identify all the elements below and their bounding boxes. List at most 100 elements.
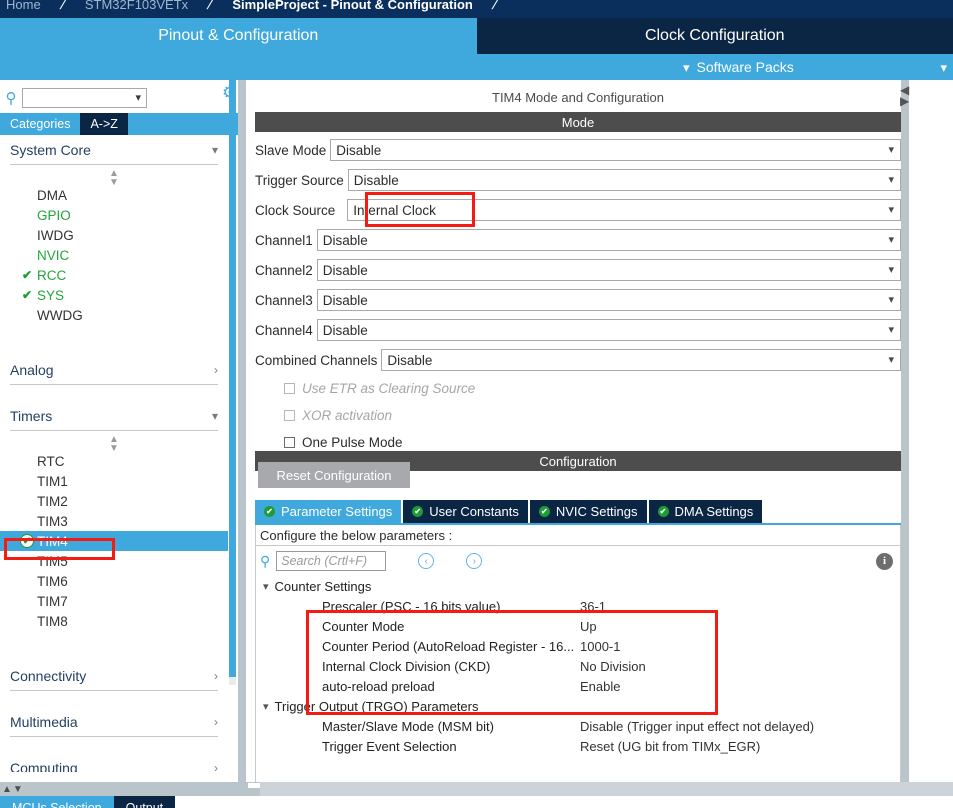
tab-pinout-configuration[interactable]: Pinout & Configuration — [0, 18, 477, 54]
dropdown-value: Disable — [322, 322, 368, 338]
param-row-trigger-event-selection[interactable]: Trigger Event Selection Reset (UG bit fr… — [256, 736, 900, 756]
param-row-counter-mode[interactable]: Counter Mode Up — [256, 616, 900, 636]
breadcrumb-home[interactable]: Home — [0, 0, 47, 12]
param-value: 1000-1 — [580, 638, 621, 654]
item-label: DMA — [37, 187, 67, 203]
sidebar-item-tim4[interactable]: ✔ TIM4 — [0, 531, 228, 551]
field-trigger-source: Trigger Source Disable ▾ — [255, 165, 901, 195]
field-channel1: Channel1 Disable ▾ — [255, 225, 901, 255]
group-label: Analog — [10, 361, 54, 378]
chevron-left-circle-icon[interactable]: ‹ — [418, 553, 435, 569]
sidebar-item-rcc[interactable]: ✔ RCC — [0, 265, 228, 285]
section-counter-settings[interactable]: ▾ Counter Settings — [256, 576, 900, 596]
scroll-spinner[interactable]: ▲ ▼ — [0, 165, 228, 188]
sidebar-search-row: ⚲ ▾ — [0, 85, 240, 111]
search-input[interactable]: ▾ — [22, 88, 147, 108]
sidebar-item-tim6[interactable]: TIM6 — [0, 571, 228, 591]
item-label: TIM8 — [37, 613, 68, 629]
scroll-up-icon[interactable]: ▲ — [2, 784, 12, 795]
tab-parameter-settings[interactable]: ✔ Parameter Settings — [255, 500, 402, 523]
scroll-down-icon[interactable]: ▼ — [13, 784, 23, 795]
info-icon[interactable]: i — [876, 552, 893, 570]
tab-dma-settings[interactable]: ✔ DMA Settings — [648, 500, 763, 523]
tab-categories[interactable]: Categories — [0, 113, 81, 135]
param-value: Reset (UG bit from TIMx_EGR) — [580, 738, 761, 754]
param-row-internal-clock-division[interactable]: Internal Clock Division (CKD) No Divisio… — [256, 656, 900, 676]
panel-divider[interactable] — [238, 80, 246, 782]
channel1-dropdown[interactable]: Disable ▾ — [316, 229, 901, 251]
tab-nvic-settings[interactable]: ✔ NVIC Settings — [529, 500, 647, 523]
configuration-tab-bar: ✔ Parameter Settings ✔ User Constants ✔ … — [255, 500, 901, 523]
sidebar-scrollbar-thumb[interactable] — [229, 57, 236, 677]
tab-clock-configuration[interactable]: Clock Configuration — [476, 18, 953, 54]
sidebar-item-tim7[interactable]: TIM7 — [0, 591, 228, 611]
dropdown-value: Disable — [322, 262, 368, 278]
chevron-right-icon[interactable]: ▶ — [900, 95, 912, 107]
trigger-source-dropdown[interactable]: Disable ▾ — [347, 169, 901, 191]
chevron-down-icon: ▾ — [135, 91, 141, 104]
group-computing[interactable]: Computing › — [10, 753, 218, 773]
software-packs-menu[interactable]: ▾ Software Packs — [683, 59, 794, 75]
sidebar-item-tim5[interactable]: TIM5 — [0, 551, 228, 571]
sidebar-item-tim3[interactable]: TIM3 — [0, 511, 228, 531]
horizontal-scrollbar[interactable]: ▲ ▼ — [0, 782, 953, 796]
sidebar-item-sys[interactable]: ✔ SYS — [0, 285, 228, 305]
group-system-core[interactable]: System Core ▾ — [10, 135, 218, 165]
checkbox-use-etr-clearing-source[interactable]: Use ETR as Clearing Source — [255, 375, 901, 402]
sidebar-item-iwdg[interactable]: IWDG — [0, 225, 228, 245]
sidebar-item-rtc[interactable]: RTC — [0, 451, 228, 471]
channel3-dropdown[interactable]: Disable ▾ — [316, 289, 901, 311]
sidebar-item-tim8[interactable]: TIM8 — [0, 611, 228, 631]
breadcrumb-mcu[interactable]: STM32F103VETx — [79, 0, 194, 12]
check-icon: ✔ — [22, 268, 33, 282]
channel4-dropdown[interactable]: Disable ▾ — [316, 319, 901, 341]
tab-mcus-selection[interactable]: MCUs Selection — [0, 796, 114, 808]
field-label: Channel1 — [255, 232, 313, 248]
right-panel-divider[interactable] — [901, 80, 909, 782]
reset-configuration-button[interactable]: Reset Configuration — [258, 462, 410, 488]
chevron-down-icon[interactable]: ▾ — [940, 61, 947, 74]
breadcrumb-separator: / — [57, 0, 68, 13]
sidebar-item-tim2[interactable]: TIM2 — [0, 491, 228, 511]
param-row-auto-reload-preload[interactable]: auto-reload preload Enable — [256, 676, 900, 696]
group-connectivity[interactable]: Connectivity › — [10, 661, 218, 691]
tab-user-constants[interactable]: ✔ User Constants — [403, 500, 528, 523]
chevron-down-icon: ▾ — [888, 143, 894, 156]
clock-source-dropdown[interactable]: Internal Clock ▾ — [347, 199, 901, 221]
scroll-spinner[interactable]: ▲ ▼ — [0, 431, 228, 454]
sidebar-item-tim1[interactable]: TIM1 — [0, 471, 228, 491]
group-analog[interactable]: Analog › — [10, 355, 218, 385]
scrollbar-track[interactable] — [260, 782, 953, 796]
checkbox-xor-activation[interactable]: XOR activation — [255, 402, 901, 429]
item-label: TIM4 — [37, 533, 68, 549]
search-icon: ⚲ — [260, 552, 271, 569]
sidebar-item-wwdg[interactable]: WWDG — [0, 305, 228, 325]
combined-channels-dropdown[interactable]: Disable ▾ — [381, 349, 901, 371]
parameter-search-input[interactable]: Search (Crtl+F) — [276, 551, 387, 571]
sidebar-item-gpio[interactable]: GPIO — [0, 205, 228, 225]
checkbox-label: XOR activation — [302, 408, 393, 423]
item-label: TIM7 — [37, 593, 68, 609]
panel-collapse-handle[interactable] — [891, 113, 901, 131]
param-row-counter-period[interactable]: Counter Period (AutoReload Register - 16… — [256, 636, 900, 656]
group-multimedia[interactable]: Multimedia › — [10, 707, 218, 737]
section-trigger-output-parameters[interactable]: ▾ Trigger Output (TRGO) Parameters — [256, 696, 900, 716]
tab-a-to-z[interactable]: A->Z — [80, 113, 128, 135]
chevron-right-circle-icon[interactable]: › — [466, 553, 483, 569]
item-label: IWDG — [37, 227, 74, 243]
sidebar-item-dma[interactable]: DMA — [0, 185, 228, 205]
scrollbar-thumb[interactable] — [248, 783, 260, 788]
sidebar-scrollbar[interactable] — [229, 57, 236, 685]
check-icon: ✔ — [22, 288, 33, 302]
component-tree-panel: ⚲ ▾ ⚙ Categories A->Z System Core ▾ ▲▼ D… — [0, 80, 240, 782]
field-channel3: Channel3 Disable ▾ — [255, 285, 901, 315]
breadcrumb: Home / STM32F103VETx / SimpleProject - P… — [0, 0, 953, 18]
slave-mode-dropdown[interactable]: Disable ▾ — [330, 139, 901, 161]
group-timers[interactable]: Timers ▾ — [10, 401, 218, 431]
param-row-prescaler[interactable]: Prescaler (PSC - 16 bits value) 36-1 — [256, 596, 900, 616]
tab-output[interactable]: Output — [113, 796, 176, 808]
param-row-master-slave-mode[interactable]: Master/Slave Mode (MSM bit) Disable (Tri… — [256, 716, 900, 736]
sidebar-item-nvic[interactable]: NVIC — [0, 245, 228, 265]
channel2-dropdown[interactable]: Disable ▾ — [316, 259, 901, 281]
dropdown-value: Internal Clock — [353, 202, 436, 218]
